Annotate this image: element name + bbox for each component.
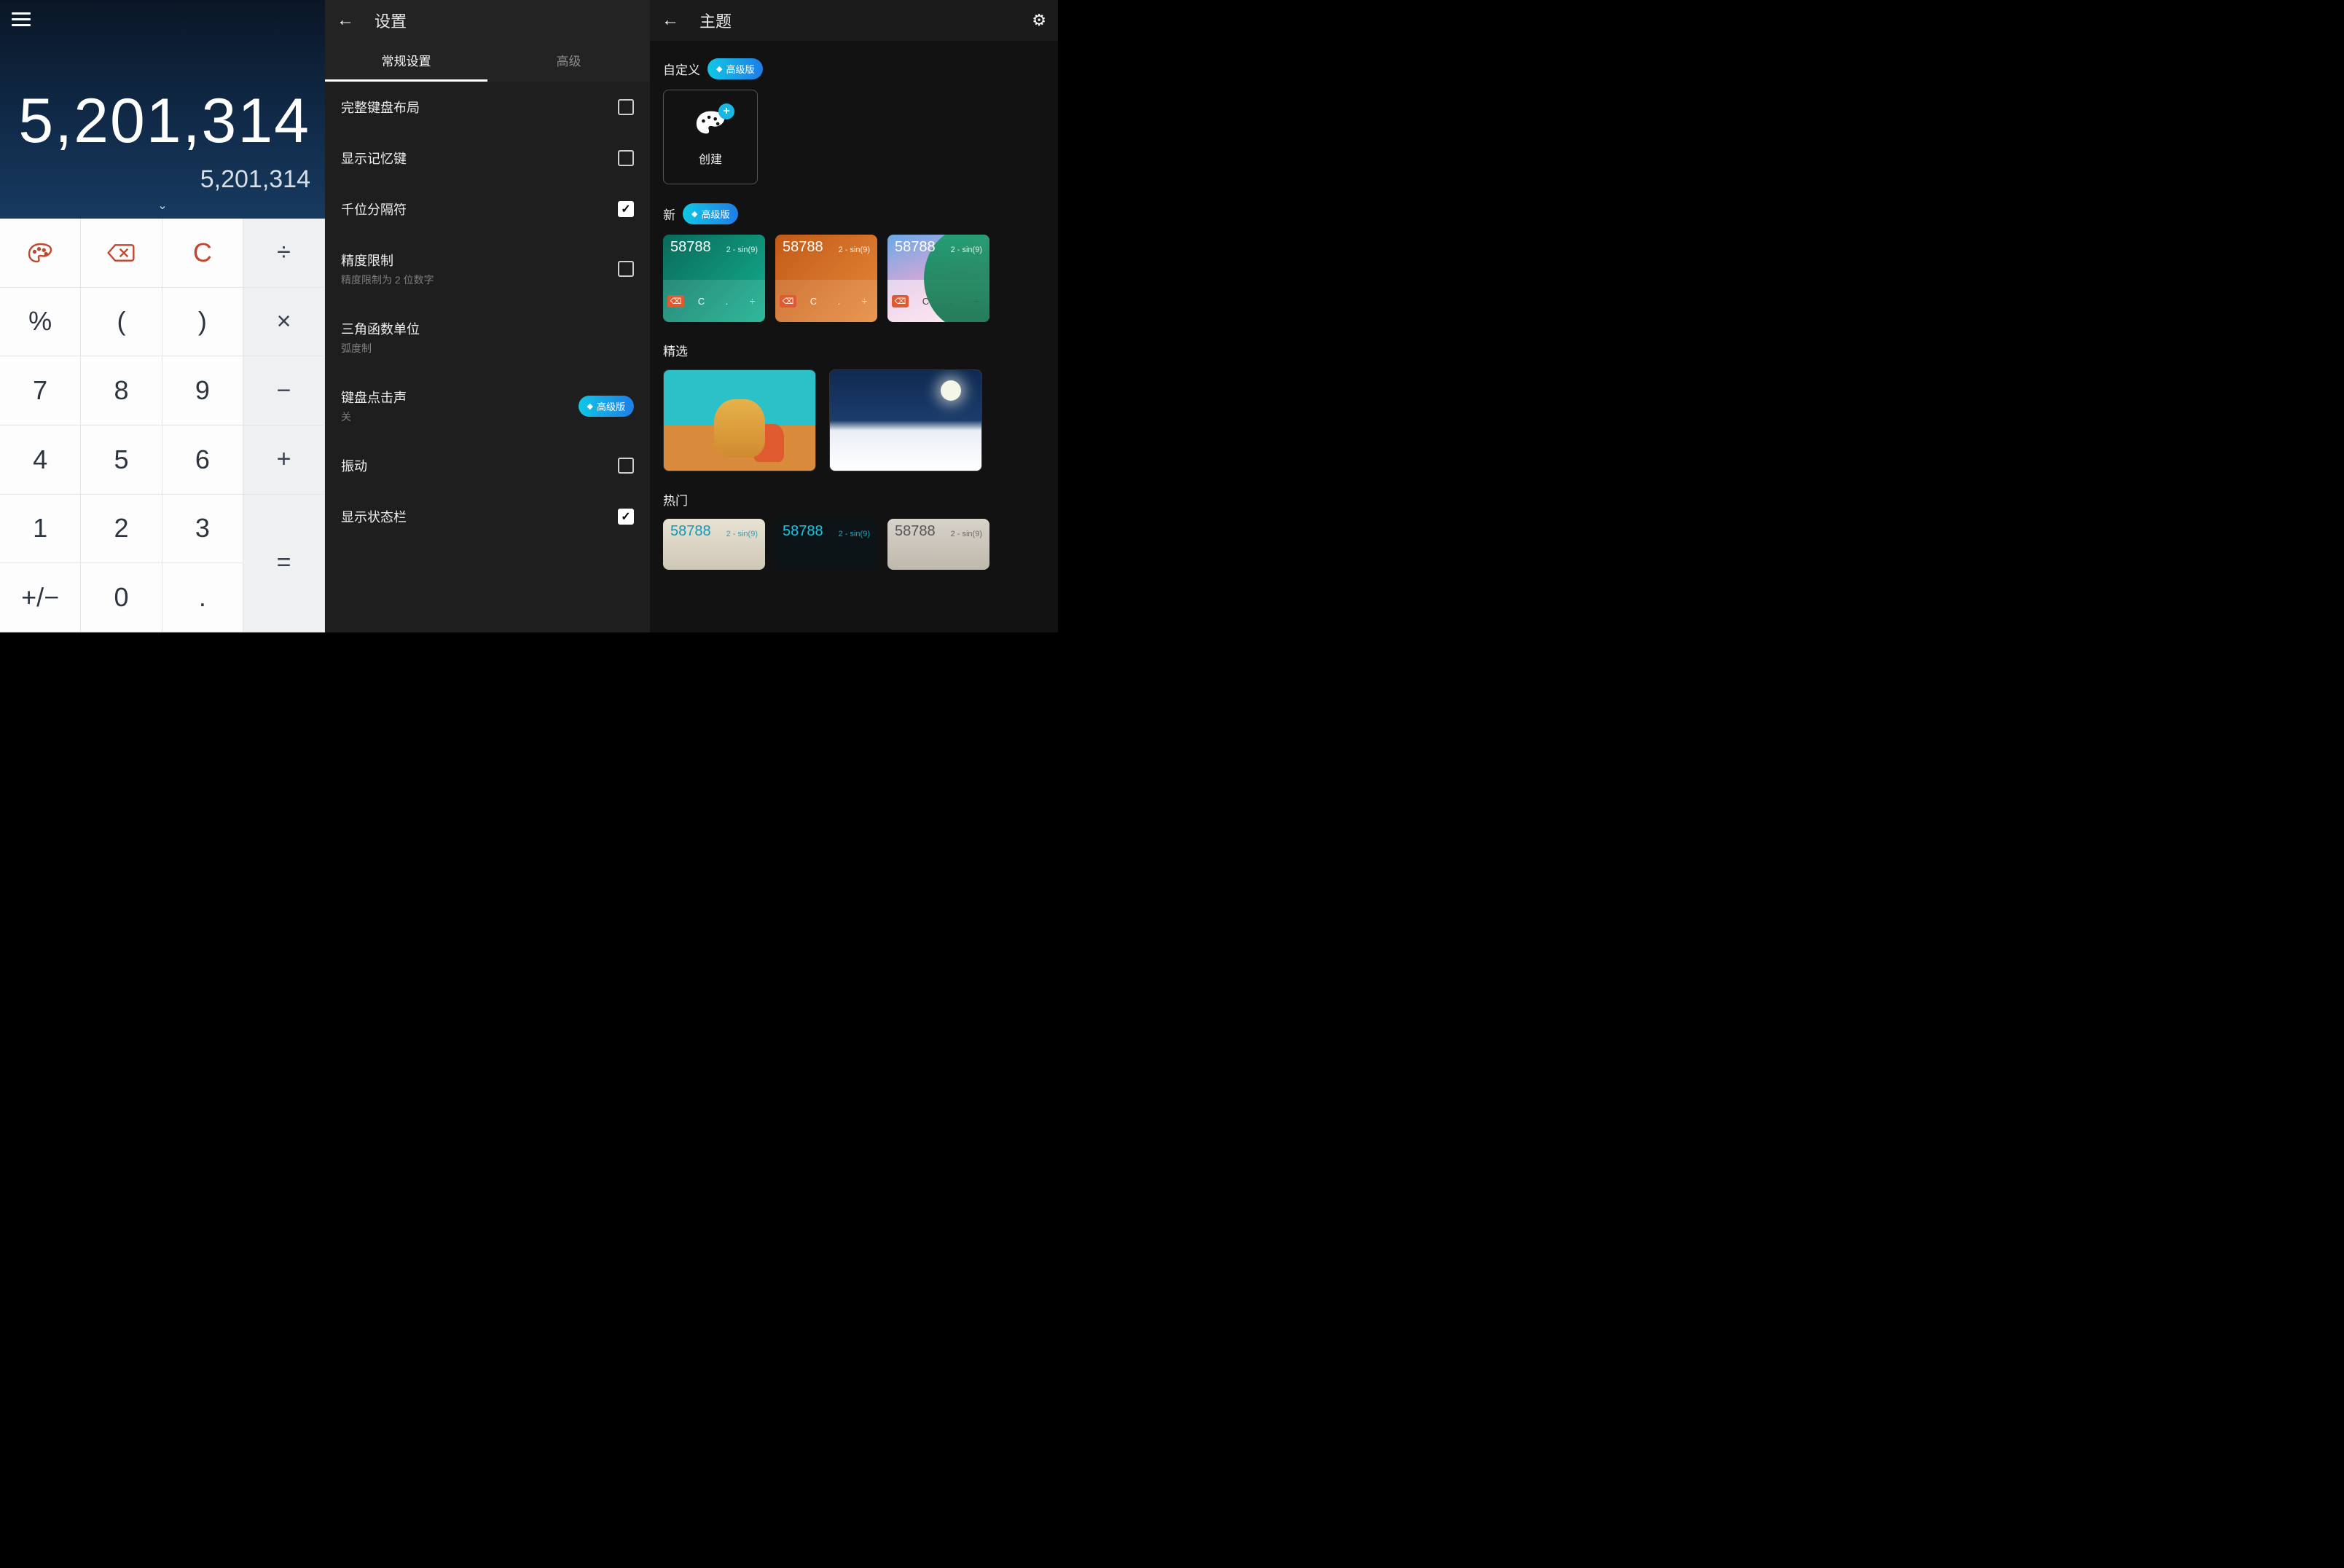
- theme-thumb-pink[interactable]: 587882 - sin(9)⌫C.÷: [887, 235, 989, 322]
- multiply-key[interactable]: ×: [243, 288, 325, 357]
- equals-key[interactable]: =: [243, 495, 325, 632]
- key-8[interactable]: 8: [81, 356, 162, 426]
- setting-title: 显示状态栏: [341, 507, 407, 526]
- setting-row-7[interactable]: 显示状态栏: [325, 491, 650, 542]
- section-new-label: 新: [663, 205, 675, 223]
- section-new: 新 高级版: [663, 203, 1045, 224]
- tab-general[interactable]: 常规设置: [325, 41, 487, 82]
- themes-header: ← 主题 ⚙: [650, 0, 1058, 41]
- setting-subtitle: 关: [341, 409, 407, 424]
- theme-thumb-green[interactable]: 587882 - sin(9)⌫C.÷: [663, 235, 765, 322]
- setting-title: 振动: [341, 456, 367, 475]
- back-icon[interactable]: ←: [662, 10, 679, 31]
- setting-row-6[interactable]: 振动: [325, 440, 650, 491]
- gear-icon[interactable]: ⚙: [1032, 11, 1046, 30]
- theme-key[interactable]: [0, 219, 81, 288]
- back-icon[interactable]: ←: [337, 10, 354, 31]
- key-4[interactable]: 4: [0, 426, 81, 495]
- tab-advanced[interactable]: 高级: [487, 41, 650, 82]
- create-theme-tile[interactable]: + 创建: [663, 90, 758, 184]
- section-custom-label: 自定义: [663, 60, 700, 78]
- themes-title: 主题: [699, 9, 732, 32]
- settings-list: 完整键盘布局显示记忆键千位分隔符精度限制精度限制为 2 位数字三角函数单位弧度制…: [325, 82, 650, 632]
- checkbox[interactable]: [618, 261, 634, 277]
- setting-title: 三角函数单位: [341, 319, 420, 338]
- dot-key[interactable]: .: [162, 563, 243, 632]
- backspace-key[interactable]: [81, 219, 162, 288]
- featured-theme-snow[interactable]: [829, 369, 982, 471]
- themes-panel: ← 主题 ⚙ 自定义 高级版 + 创建 新 高级版 587882 - sin(9…: [650, 0, 1058, 632]
- theme-thumb-darkcyan[interactable]: 587882 - sin(9)⌫C.÷: [775, 519, 877, 570]
- setting-row-2[interactable]: 千位分隔符: [325, 184, 650, 235]
- display-main-value: 5,201,314: [15, 90, 310, 152]
- pro-badge: 高级版: [683, 203, 738, 224]
- section-hot: 热门: [663, 490, 1045, 509]
- chevron-down-icon[interactable]: ⌄: [15, 198, 310, 213]
- settings-tabs: 常规设置 高级: [325, 41, 650, 82]
- pro-badge: 高级版: [579, 396, 634, 417]
- divide-key[interactable]: ÷: [243, 219, 325, 288]
- backspace-icon: [106, 242, 136, 264]
- row-new-themes: 587882 - sin(9)⌫C.÷587882 - sin(9)⌫C.÷58…: [663, 235, 1045, 322]
- theme-thumb-stone[interactable]: 587882 - sin(9)⌫C.÷: [663, 519, 765, 570]
- plus-icon: +: [718, 103, 734, 119]
- row-featured-themes: [663, 369, 1045, 471]
- key-3[interactable]: 3: [162, 495, 243, 564]
- lparen-key[interactable]: (: [81, 288, 162, 357]
- clear-key[interactable]: C: [162, 219, 243, 288]
- checkbox[interactable]: [618, 509, 634, 525]
- setting-title: 精度限制: [341, 251, 434, 270]
- checkbox[interactable]: [618, 150, 634, 166]
- key-2[interactable]: 2: [81, 495, 162, 564]
- setting-row-4[interactable]: 三角函数单位弧度制: [325, 303, 650, 372]
- pro-badge: 高级版: [707, 58, 763, 79]
- key-5[interactable]: 5: [81, 426, 162, 495]
- setting-title: 键盘点击声: [341, 388, 407, 407]
- keypad: C ÷ % ( ) × 7 8 9 − 4 5 6 + 1 2 3 = +/− …: [0, 219, 325, 632]
- calculator-panel: 5,201,314 5,201,314 ⌄ C ÷ % ( ) × 7 8 9: [0, 0, 325, 632]
- row-hot-themes: 587882 - sin(9)⌫C.÷587882 - sin(9)⌫C.÷58…: [663, 519, 1045, 570]
- checkbox[interactable]: [618, 458, 634, 474]
- display-sub-value: 5,201,314: [15, 165, 310, 194]
- setting-row-3[interactable]: 精度限制精度限制为 2 位数字: [325, 235, 650, 303]
- section-hot-label: 热门: [663, 490, 688, 509]
- checkbox[interactable]: [618, 201, 634, 217]
- section-custom: 自定义 高级版: [663, 58, 1045, 79]
- rparen-key[interactable]: ): [162, 288, 243, 357]
- setting-row-1[interactable]: 显示记忆键: [325, 133, 650, 184]
- key-7[interactable]: 7: [0, 356, 81, 426]
- theme-thumb-orange[interactable]: 587882 - sin(9)⌫C.÷: [775, 235, 877, 322]
- setting-subtitle: 弧度制: [341, 341, 420, 356]
- key-9[interactable]: 9: [162, 356, 243, 426]
- setting-row-0[interactable]: 完整键盘布局: [325, 82, 650, 133]
- calculator-display: 5,201,314 5,201,314 ⌄: [0, 0, 325, 219]
- setting-title: 千位分隔符: [341, 200, 407, 219]
- percent-key[interactable]: %: [0, 288, 81, 357]
- minus-key[interactable]: −: [243, 356, 325, 426]
- palette-icon: +: [694, 108, 727, 141]
- checkbox[interactable]: [618, 99, 634, 115]
- setting-row-5[interactable]: 键盘点击声关 高级版: [325, 372, 650, 440]
- key-1[interactable]: 1: [0, 495, 81, 564]
- section-featured-label: 精选: [663, 341, 688, 359]
- key-6[interactable]: 6: [162, 426, 243, 495]
- create-label: 创建: [699, 149, 722, 167]
- theme-thumb-grey[interactable]: 587882 - sin(9)⌫C.÷: [887, 519, 989, 570]
- themes-body: 自定义 高级版 + 创建 新 高级版 587882 - sin(9)⌫C.÷58…: [650, 41, 1058, 632]
- sign-key[interactable]: +/−: [0, 563, 81, 632]
- palette-icon: [27, 242, 53, 264]
- settings-header: ← 设置: [325, 0, 650, 41]
- setting-title: 完整键盘布局: [341, 98, 420, 117]
- menu-icon[interactable]: [12, 9, 31, 30]
- setting-title: 显示记忆键: [341, 149, 407, 168]
- setting-subtitle: 精度限制为 2 位数字: [341, 273, 434, 287]
- settings-title: 设置: [375, 9, 407, 32]
- plus-key[interactable]: +: [243, 426, 325, 495]
- settings-panel: ← 设置 常规设置 高级 完整键盘布局显示记忆键千位分隔符精度限制精度限制为 2…: [325, 0, 650, 632]
- featured-theme-dino[interactable]: [663, 369, 816, 471]
- key-0[interactable]: 0: [81, 563, 162, 632]
- section-featured: 精选: [663, 341, 1045, 359]
